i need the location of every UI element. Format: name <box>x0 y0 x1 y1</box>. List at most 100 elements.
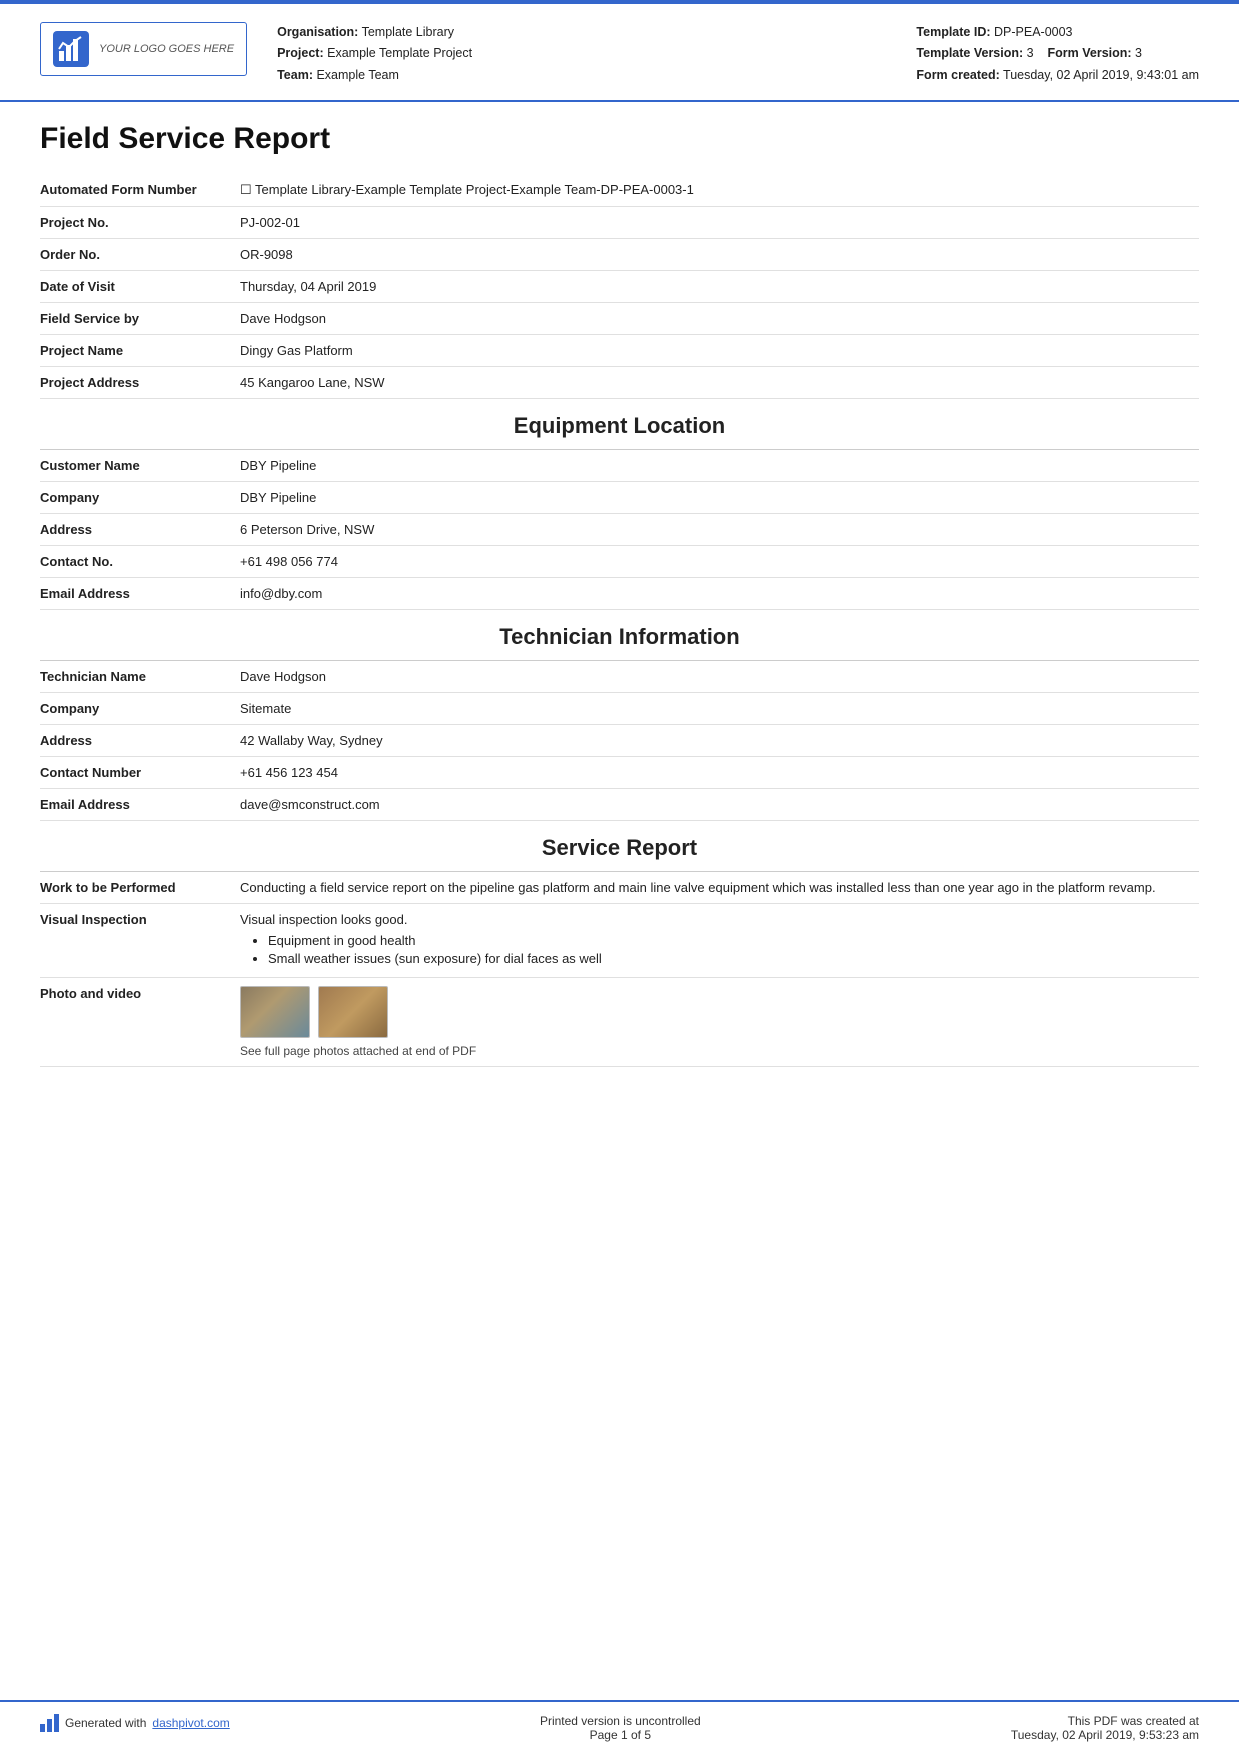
field-value: +61 498 056 774 <box>240 545 1199 577</box>
field-value: Conducting a field service report on the… <box>240 872 1199 904</box>
field-label: Project No. <box>40 206 240 238</box>
table-row: Field Service byDave Hodgson <box>40 302 1199 334</box>
form-fields-table: Automated Form Number☐ Template Library-… <box>40 174 1199 399</box>
template-version-value: 3 <box>1027 46 1034 60</box>
table-row: Order No.OR-9098 <box>40 238 1199 270</box>
photo-thumb-1 <box>240 986 310 1038</box>
table-row: CompanyDBY Pipeline <box>40 481 1199 513</box>
template-version-label: Template Version: <box>916 46 1023 60</box>
table-row: Project Address45 Kangaroo Lane, NSW <box>40 366 1199 398</box>
table-row: Project No.PJ-002-01 <box>40 206 1199 238</box>
field-value: Thursday, 04 April 2019 <box>240 270 1199 302</box>
field-label: Company <box>40 692 240 724</box>
dashpivot-link[interactable]: dashpivot.com <box>152 1716 229 1730</box>
page-title: Field Service Report <box>40 122 1199 156</box>
uncontrolled-text: Printed version is uncontrolled <box>540 1714 701 1728</box>
field-value: 6 Peterson Drive, NSW <box>240 513 1199 545</box>
service-heading: Service Report <box>40 821 1199 872</box>
field-label: Automated Form Number <box>40 174 240 207</box>
field-value: 45 Kangaroo Lane, NSW <box>240 366 1199 398</box>
photo-container <box>240 986 1189 1038</box>
org-value: Template Library <box>362 25 454 39</box>
field-value: +61 456 123 454 <box>240 756 1199 788</box>
field-value: See full page photos attached at end of … <box>240 977 1199 1066</box>
page-text: Page 1 of 5 <box>540 1728 701 1742</box>
field-value: OR-9098 <box>240 238 1199 270</box>
table-row: Contact Number+61 456 123 454 <box>40 756 1199 788</box>
template-id-value: DP-PEA-0003 <box>994 25 1073 39</box>
equipment-table: Customer NameDBY PipelineCompanyDBY Pipe… <box>40 450 1199 610</box>
technician-table: Technician NameDave HodgsonCompanySitema… <box>40 661 1199 821</box>
team-line: Team: Example Team <box>277 65 886 86</box>
team-label: Team: <box>277 68 313 82</box>
table-row: Visual InspectionVisual inspection looks… <box>40 903 1199 977</box>
field-label: Field Service by <box>40 302 240 334</box>
table-row: Project NameDingy Gas Platform <box>40 334 1199 366</box>
field-label: Work to be Performed <box>40 872 240 904</box>
bullet-list: Equipment in good healthSmall weather is… <box>268 933 1189 966</box>
field-label: Visual Inspection <box>40 903 240 977</box>
field-value: DBY Pipeline <box>240 450 1199 482</box>
table-row: Email Addressinfo@dby.com <box>40 577 1199 609</box>
footer-center: Printed version is uncontrolled Page 1 o… <box>540 1714 701 1742</box>
field-value: Dave Hodgson <box>240 302 1199 334</box>
bar-2 <box>47 1719 52 1732</box>
org-label: Organisation: <box>277 25 358 39</box>
field-label: Technician Name <box>40 661 240 693</box>
logo-text: YOUR LOGO GOES HERE <box>99 43 234 55</box>
field-label: Photo and video <box>40 977 240 1066</box>
header: YOUR LOGO GOES HERE Organisation: Templa… <box>0 4 1239 102</box>
logo-box: YOUR LOGO GOES HERE <box>40 22 247 76</box>
footer-right: This PDF was created at Tuesday, 02 Apri… <box>1011 1714 1199 1742</box>
table-row: Address42 Wallaby Way, Sydney <box>40 724 1199 756</box>
bar-3 <box>54 1714 59 1732</box>
page: YOUR LOGO GOES HERE Organisation: Templa… <box>0 0 1239 1754</box>
table-row: Technician NameDave Hodgson <box>40 661 1199 693</box>
field-value: Visual inspection looks good.Equipment i… <box>240 903 1199 977</box>
header-right: Template ID: DP-PEA-0003 Template Versio… <box>916 22 1199 86</box>
technician-heading: Technician Information <box>40 610 1199 661</box>
main-content: Field Service Report Automated Form Numb… <box>0 102 1239 1700</box>
project-line: Project: Example Template Project <box>277 43 886 64</box>
form-created-label: Form created: <box>916 68 999 82</box>
field-value: Sitemate <box>240 692 1199 724</box>
bar-chart-icon <box>40 1714 59 1732</box>
field-label: Contact Number <box>40 756 240 788</box>
field-label: Contact No. <box>40 545 240 577</box>
field-label: Email Address <box>40 788 240 820</box>
field-value: dave@smconstruct.com <box>240 788 1199 820</box>
template-id-label: Template ID: <box>916 25 990 39</box>
field-label: Email Address <box>40 577 240 609</box>
template-id-line: Template ID: DP-PEA-0003 <box>916 22 1199 43</box>
field-label: Company <box>40 481 240 513</box>
version-line: Template Version: 3 Form Version: 3 <box>916 43 1199 64</box>
field-label: Address <box>40 724 240 756</box>
logo-icon <box>53 31 89 67</box>
form-created-line: Form created: Tuesday, 02 April 2019, 9:… <box>916 65 1199 86</box>
bar-1 <box>40 1724 45 1732</box>
field-value: Dingy Gas Platform <box>240 334 1199 366</box>
team-value: Example Team <box>316 68 398 82</box>
table-row: Email Addressdave@smconstruct.com <box>40 788 1199 820</box>
project-value: Example Template Project <box>327 46 472 60</box>
form-created-value: Tuesday, 02 April 2019, 9:43:01 am <box>1003 68 1199 82</box>
table-row: Customer NameDBY Pipeline <box>40 450 1199 482</box>
field-value: info@dby.com <box>240 577 1199 609</box>
field-value: ☐ Template Library-Example Template Proj… <box>240 174 1199 207</box>
field-value: 42 Wallaby Way, Sydney <box>240 724 1199 756</box>
pdf-created-text: This PDF was created at <box>1011 1714 1199 1728</box>
photo-thumb-2 <box>318 986 388 1038</box>
table-row: Photo and videoSee full page photos atta… <box>40 977 1199 1066</box>
field-label: Project Address <box>40 366 240 398</box>
table-row: Address6 Peterson Drive, NSW <box>40 513 1199 545</box>
generated-text: Generated with <box>65 1716 146 1730</box>
field-value: PJ-002-01 <box>240 206 1199 238</box>
pdf-created-date: Tuesday, 02 April 2019, 9:53:23 am <box>1011 1728 1199 1742</box>
field-value: DBY Pipeline <box>240 481 1199 513</box>
field-label: Project Name <box>40 334 240 366</box>
field-label: Date of Visit <box>40 270 240 302</box>
table-row: Date of VisitThursday, 04 April 2019 <box>40 270 1199 302</box>
table-row: CompanySitemate <box>40 692 1199 724</box>
photo-caption: See full page photos attached at end of … <box>240 1044 1189 1058</box>
field-label: Customer Name <box>40 450 240 482</box>
